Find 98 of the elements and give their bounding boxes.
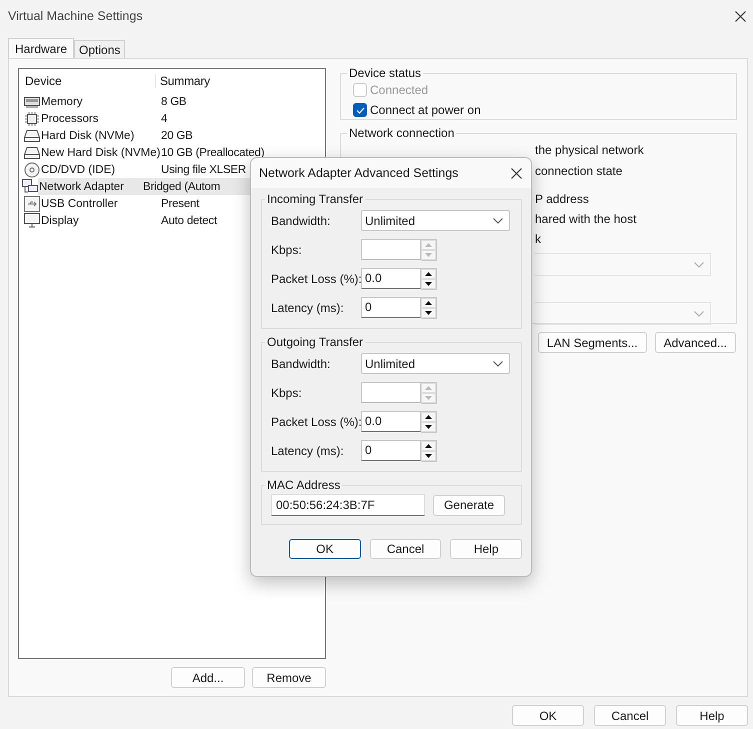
device-row[interactable]: Processors 4 xyxy=(22,110,325,127)
dialog-button[interactable]: LAN Segments... xyxy=(538,332,647,353)
field-label: Kbps: xyxy=(271,386,303,400)
triangle-down-icon xyxy=(425,282,432,286)
field-label: Packet Loss (%): xyxy=(271,414,361,428)
list-button[interactable]: Remove xyxy=(252,667,326,688)
window-title: Virtual Machine Settings xyxy=(8,9,143,23)
device-summary: 10 GB (Preallocated) xyxy=(160,146,264,158)
monitor-icon xyxy=(24,213,40,228)
field-label: Packet Loss (%): xyxy=(271,272,361,286)
device-name: CD/DVD (IDE) xyxy=(41,164,116,176)
field-label: Bandwidth: xyxy=(271,356,332,370)
list-button[interactable]: Add... xyxy=(171,667,245,688)
column-header[interactable]: Summary xyxy=(156,74,210,88)
spin-down-button[interactable] xyxy=(421,422,436,432)
device-name: USB Controller xyxy=(41,198,118,210)
triangle-up-icon xyxy=(425,414,432,418)
triangle-down-icon xyxy=(425,310,432,314)
chip-icon xyxy=(24,110,40,126)
radio-label: connection state xyxy=(535,163,622,180)
dialog-button[interactable]: Cancel xyxy=(370,539,442,559)
field-label: Latency (ms): xyxy=(271,444,345,458)
tab[interactable]: Options xyxy=(74,40,126,58)
number-field[interactable]: 0 xyxy=(361,296,421,318)
device-summary: 8 GB xyxy=(160,96,186,108)
spin-up-button[interactable] xyxy=(421,440,436,450)
checkbox[interactable] xyxy=(353,103,367,117)
spin-down-button[interactable] xyxy=(421,278,436,288)
device-summary: Present xyxy=(160,198,200,210)
triangle-up-icon xyxy=(425,242,432,246)
radio-label: k xyxy=(535,231,541,248)
network-icon xyxy=(22,179,38,194)
device-row[interactable]: Memory 8 GB xyxy=(22,93,325,110)
device-summary: Using file XLSER xyxy=(160,164,246,176)
disc-icon xyxy=(24,162,40,178)
group-title: Incoming Transfer xyxy=(266,192,364,206)
chevron-down-icon xyxy=(694,262,704,268)
dialog-title: Network Adapter Advanced Settings xyxy=(259,166,458,180)
device-name: Memory xyxy=(41,96,83,108)
group-title: MAC Address xyxy=(266,478,342,492)
device-summary: Auto detect xyxy=(160,214,217,226)
dialog-button[interactable]: Help xyxy=(450,539,522,559)
device-name: Hard Disk (NVMe) xyxy=(41,130,134,142)
memory-icon xyxy=(24,96,40,108)
number-field[interactable]: 0.0 xyxy=(361,268,421,288)
triangle-up-icon xyxy=(425,300,432,304)
device-name: New Hard Disk (NVMe) xyxy=(41,146,160,158)
triangle-down-icon xyxy=(425,396,432,400)
number-field[interactable]: 0.0 xyxy=(361,410,421,432)
chevron-down-icon xyxy=(493,360,503,366)
usb-icon xyxy=(24,196,40,212)
device-row[interactable]: Hard Disk (NVMe) 20 GB xyxy=(22,127,325,144)
triangle-down-icon xyxy=(425,454,432,458)
dialog-button[interactable]: Help xyxy=(676,705,748,726)
device-summary: 4 xyxy=(160,112,168,124)
generate-button[interactable]: Generate xyxy=(433,494,505,516)
triangle-up-icon xyxy=(425,386,432,390)
radio-label: the physical network xyxy=(535,142,644,159)
checkbox-label: Connected xyxy=(370,83,428,97)
triangle-up-icon xyxy=(425,272,432,276)
radio-label: hared with the host xyxy=(535,211,636,228)
spin-up-button[interactable] xyxy=(421,268,436,278)
device-name: Network Adapter xyxy=(39,180,124,192)
device-summary: Bridged (Autom xyxy=(142,180,220,192)
mac-address-field[interactable]: 00:50:56:24:3B:7F xyxy=(271,494,425,516)
group-title: Outgoing Transfer xyxy=(266,335,364,349)
group-title: Device status xyxy=(348,66,422,80)
device-name: Display xyxy=(41,214,79,226)
close-icon[interactable] xyxy=(511,168,522,178)
dialog-button[interactable]: OK xyxy=(512,705,584,726)
field-label: Bandwidth: xyxy=(271,214,332,228)
group-title: Network connection xyxy=(348,126,456,140)
radio-label: P address xyxy=(535,191,589,208)
triangle-down-icon xyxy=(425,424,432,428)
field-label: Kbps: xyxy=(271,242,303,256)
device-row[interactable]: New Hard Disk (NVMe)10 GB (Preallocated) xyxy=(22,144,325,161)
chevron-down-icon xyxy=(694,310,704,316)
dialog-button[interactable]: Cancel xyxy=(594,705,666,726)
spin-up-button[interactable] xyxy=(421,412,436,422)
spin-down-button[interactable] xyxy=(421,450,436,460)
device-name: Processors xyxy=(41,112,99,124)
dropdown[interactable]: Unlimited xyxy=(361,210,510,231)
number-field[interactable]: 0 xyxy=(361,440,421,460)
tab[interactable]: Hardware xyxy=(8,38,74,58)
triangle-down-icon xyxy=(425,252,432,256)
field-label: Latency (ms): xyxy=(271,300,345,314)
dialog-button[interactable]: Advanced... xyxy=(654,332,736,353)
spin-up-button[interactable] xyxy=(421,298,436,308)
close-icon[interactable] xyxy=(735,10,746,22)
check-icon xyxy=(356,106,364,114)
dropdown[interactable]: Unlimited xyxy=(361,353,510,374)
spin-down-button[interactable] xyxy=(421,308,436,318)
column-header[interactable]: Device xyxy=(19,74,156,88)
checkbox-label: Connect at power on xyxy=(370,103,481,117)
dialog-button[interactable]: OK xyxy=(289,539,361,559)
triangle-up-icon xyxy=(425,444,432,448)
chevron-down-icon xyxy=(493,218,503,224)
device-summary: 20 GB xyxy=(160,130,193,142)
